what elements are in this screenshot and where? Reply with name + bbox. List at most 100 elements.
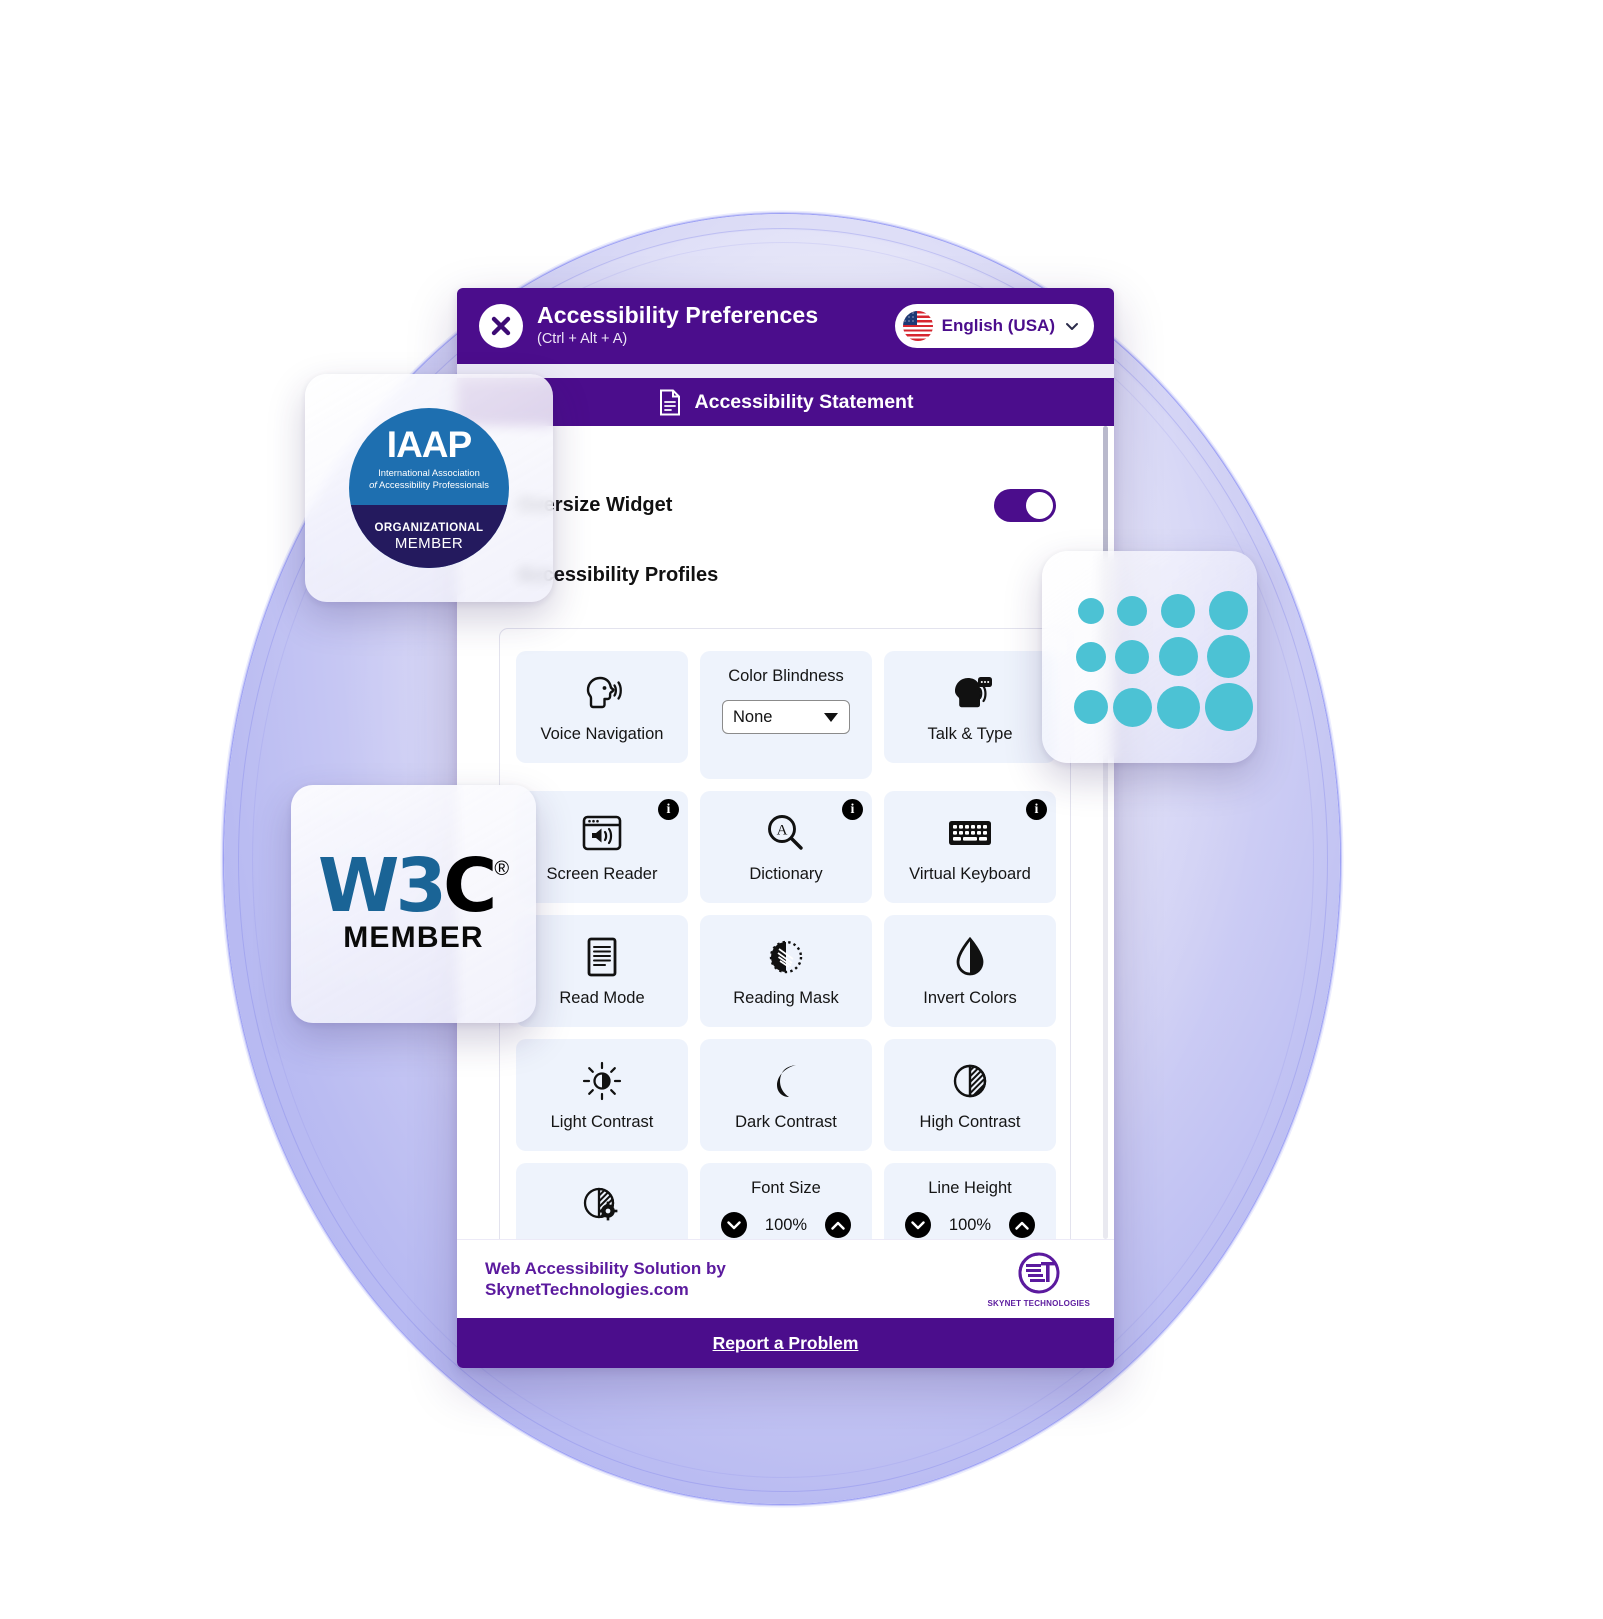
tile-talk-and-type[interactable]: Talk & Type [884,651,1056,763]
color-blindness-select[interactable]: None [722,700,850,734]
widget-body: Oversize Widget Accessibility Profiles V… [457,426,1114,1239]
font-size-value: 100% [764,1215,808,1234]
widget-footer: Web Accessibility Solution by SkynetTech… [457,1239,1114,1318]
w3c-badge-card: W3 C ® MEMBER [291,785,536,1023]
tile-label: Voice Navigation [540,724,664,743]
iaap-badge: IAAP International Association of Access… [349,408,509,568]
tile-label: Virtual Keyboard [909,864,1031,883]
chevron-up-circle-icon [1015,1221,1029,1230]
close-button[interactable] [479,304,523,348]
accessibility-statement-button[interactable]: Accessibility Statement [457,378,1114,426]
tile-high-contrast[interactable]: High Contrast [884,1039,1056,1151]
dropdown-caret-icon [824,712,838,722]
tile-label: Reading Mask [733,988,839,1007]
smart-contrast-icon [581,1183,623,1227]
document-icon [659,389,680,415]
iaap-badge-card: IAAP International Association of Access… [305,374,553,602]
tile-screen-reader[interactable]: i Screen Reader [516,791,688,903]
screenshot-stage: Accessibility Preferences (Ctrl + Alt + … [0,0,1603,1619]
widget-header: Accessibility Preferences (Ctrl + Alt + … [457,288,1114,364]
tile-line-height[interactable]: Line Height 100% [884,1163,1056,1239]
header-divider [457,364,1114,378]
w3c-logo-row: W3 C ® [317,842,510,929]
footer-credit: Web Accessibility Solution by SkynetTech… [485,1258,726,1301]
tile-label: Dark Contrast [735,1112,837,1131]
iaap-line-2: of Accessibility Professionals [369,479,489,490]
tile-label: Font Size [751,1179,821,1197]
widget-scrollbar[interactable] [1103,426,1108,1239]
tile-invert-colors[interactable]: Invert Colors [884,915,1056,1027]
font-size-decrement-button[interactable] [721,1212,747,1238]
iaap-tier: ORGANIZATIONAL [374,521,484,534]
language-selector[interactable]: English (USA) [894,304,1094,348]
features-grid-container: Voice Navigation Color Blindness None Ta… [499,628,1071,1239]
tile-label: Talk & Type [927,724,1013,743]
w3c-logo-w3: W3 [317,842,447,929]
accessibility-profiles-row: Accessibility Profiles [457,548,1114,602]
head-speaking-icon [579,671,625,715]
oversize-widget-toggle[interactable] [994,488,1056,522]
moon-icon [768,1059,804,1103]
footer-credit-line2: SkynetTechnologies.com [485,1280,689,1299]
tile-color-blindness[interactable]: Color Blindness None [700,651,872,779]
tile-dark-contrast[interactable]: Dark Contrast [700,1039,872,1151]
iaap-badge-bottom: ORGANIZATIONAL MEMBER [349,505,509,568]
chevron-down-circle-icon [727,1220,741,1229]
screen-reader-icon [580,811,624,855]
st-monogram-icon [1018,1252,1060,1293]
teal-dots-card [1042,551,1257,763]
accessibility-statement-label: Accessibility Statement [694,390,914,413]
header-text-block: Accessibility Preferences (Ctrl + Alt + … [537,302,881,349]
tile-font-size[interactable]: Font Size 100% [700,1163,872,1239]
tile-label: Screen Reader [546,864,658,883]
line-height-value: 100% [948,1215,992,1234]
language-label: English (USA) [941,316,1055,335]
tile-label: Invert Colors [923,988,1017,1007]
tile-dictionary[interactable]: i A Dictionary [700,791,872,903]
tile-label: Line Height [928,1179,1012,1197]
tile-virtual-keyboard[interactable]: i Virtual Keyboard [884,791,1056,903]
tile-label: Light Contrast [550,1112,654,1131]
registered-trademark-icon: ® [494,857,510,880]
tile-label: Smart Contrast [547,1237,658,1239]
iaap-line-1: International Association [378,467,480,479]
color-blindness-value: None [733,707,773,726]
iaap-line-2-rest: Accessibility Professionals [378,478,489,490]
skynet-technologies-logo: SKYNET TECHNOLOGIES [988,1251,1090,1308]
close-x-icon [491,316,511,336]
toggle-knob [1026,491,1053,519]
chevron-down-icon [1066,323,1078,330]
tile-reading-mask[interactable]: Reading Mask [700,915,872,1027]
tile-smart-contrast[interactable]: Smart Contrast [516,1163,688,1239]
accessibility-widget-panel: Accessibility Preferences (Ctrl + Alt + … [457,288,1114,1368]
tile-read-mode[interactable]: Read Mode [516,915,688,1027]
info-icon[interactable]: i [658,799,679,820]
font-size-increment-button[interactable] [825,1212,851,1238]
iaap-acronym: IAAP [386,424,472,466]
dictionary-search-icon: A [765,811,807,855]
chevron-down-circle-icon [911,1220,925,1229]
info-icon[interactable]: i [1026,799,1047,820]
iaap-line-2-italic: of [369,478,377,490]
invert-colors-icon [954,935,986,979]
sun-icon [582,1059,622,1103]
line-height-decrement-button[interactable] [905,1212,931,1238]
tile-label: Color Blindness [728,667,844,685]
report-a-problem-bar[interactable]: Report a Problem [457,1318,1114,1368]
line-height-increment-button[interactable] [1009,1212,1035,1238]
font-size-stepper: 100% [721,1212,851,1238]
tile-light-contrast[interactable]: Light Contrast [516,1039,688,1151]
skynet-logo-name: SKYNET TECHNOLOGIES [987,1298,1090,1308]
svg-text:A: A [777,822,788,838]
w3c-logo-c: C [443,842,497,929]
chevron-up-circle-icon [831,1221,845,1230]
keyboard-shortcut-hint: (Ctrl + Alt + A) [537,330,628,347]
report-a-problem-label: Report a Problem [712,1332,859,1353]
info-icon[interactable]: i [842,799,863,820]
page-title: Accessibility Preferences [537,302,819,329]
reading-mask-icon [765,935,807,979]
tile-voice-navigation[interactable]: Voice Navigation [516,651,688,763]
read-mode-icon [586,935,618,979]
features-grid: Voice Navigation Color Blindness None Ta… [500,643,1070,1239]
oversize-widget-row: Oversize Widget [457,462,1114,548]
